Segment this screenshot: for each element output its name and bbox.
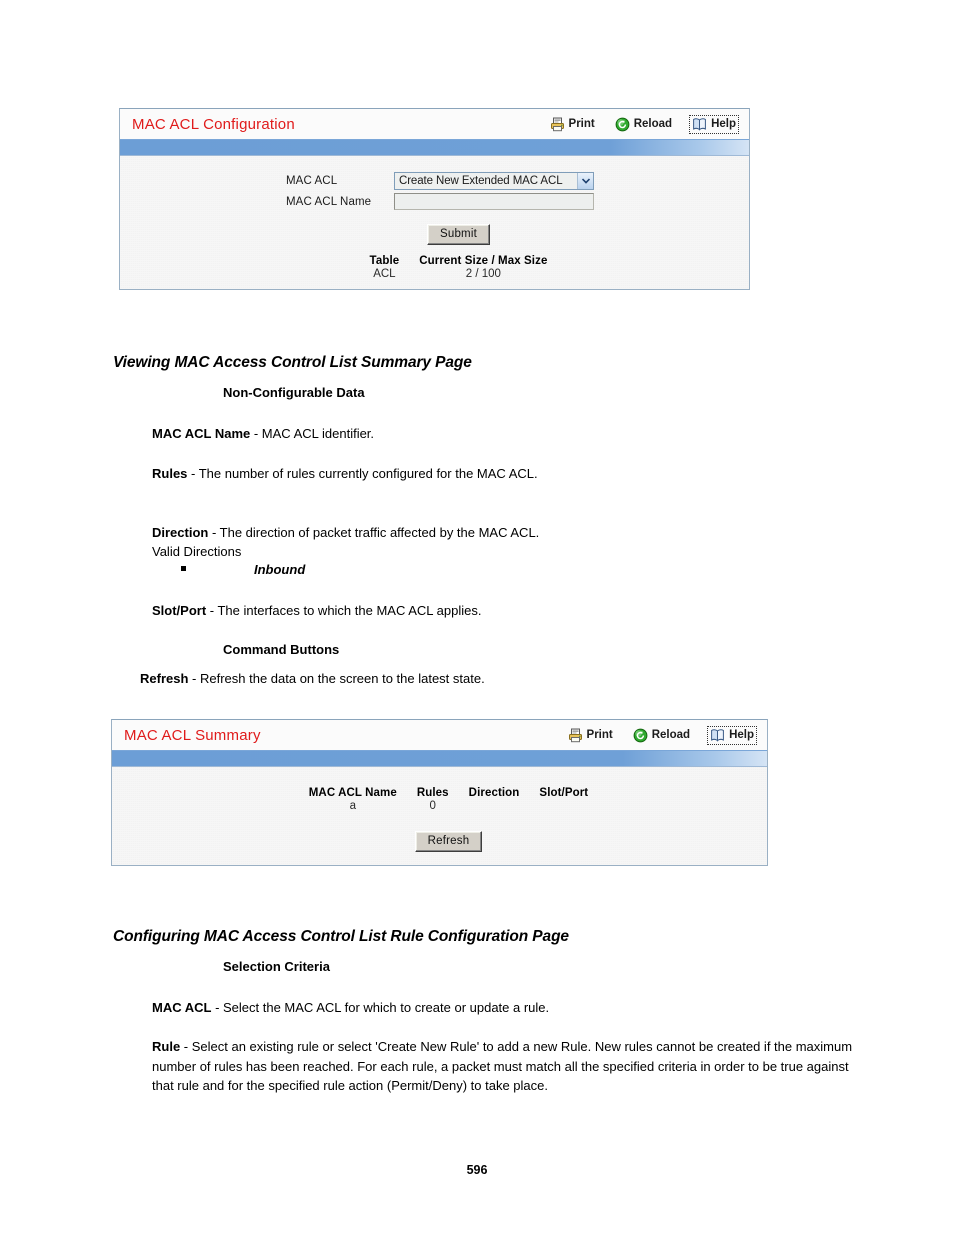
- page-title: MAC ACL Summary: [124, 726, 261, 744]
- panel-titlebar: MAC ACL Summary Print Reload Help: [112, 720, 767, 750]
- mac-acl-form: MAC ACL Create New Extended MAC ACL MAC …: [120, 156, 749, 210]
- help-label: Help: [729, 729, 754, 741]
- term-mac-acl: MAC ACL: [152, 1000, 212, 1015]
- help-button[interactable]: Help: [689, 114, 739, 134]
- desc-rules: - The number of rules currently configur…: [187, 466, 538, 481]
- print-label: Print: [586, 729, 613, 741]
- reload-icon: [633, 728, 648, 743]
- col-current-max-size: Current Size / Max Size: [419, 255, 548, 267]
- reload-button[interactable]: Reload: [612, 115, 675, 134]
- subheading-non-configurable-data: Non-Configurable Data: [223, 385, 365, 400]
- print-label: Print: [568, 118, 595, 130]
- print-button[interactable]: Print: [565, 726, 616, 745]
- cell-direction: [459, 799, 530, 812]
- term-rules: Rules: [152, 466, 188, 481]
- table-row: a 0: [299, 799, 599, 812]
- para-slot-port: Slot/Port - The interfaces to which the …: [152, 601, 852, 621]
- print-button[interactable]: Print: [547, 115, 598, 134]
- acl-size-table: Table Current Size / Max Size ACL 2 / 10…: [360, 255, 558, 280]
- desc-mac-acl: - Select the MAC ACL for which to create…: [211, 1000, 550, 1015]
- help-book-icon: [692, 117, 707, 132]
- reload-label: Reload: [633, 118, 673, 130]
- submit-row: Submit: [120, 210, 749, 245]
- desc-rule: - Select an existing rule or select 'Cre…: [152, 1039, 853, 1093]
- subheading-command-buttons: Command Buttons: [223, 642, 340, 657]
- page-number: 596: [466, 1163, 488, 1177]
- term-slot-port: Slot/Port: [152, 603, 207, 618]
- mac-acl-select[interactable]: Create New Extended MAC ACL: [394, 172, 594, 190]
- square-bullet-icon: [181, 566, 186, 571]
- col-table: Table: [369, 255, 400, 267]
- submit-button[interactable]: Submit: [427, 224, 490, 245]
- mac-acl-label: MAC ACL: [286, 175, 338, 187]
- panel-body: MAC ACL Create New Extended MAC ACL MAC …: [120, 156, 749, 280]
- term-mac-acl-name: MAC ACL Name: [152, 426, 251, 441]
- subheading-selection-criteria: Selection Criteria: [223, 959, 330, 974]
- summary-table-wrap: MAC ACL Name Rules Direction Slot/Port a…: [112, 767, 767, 812]
- reload-label: Reload: [651, 729, 691, 741]
- para-mac-acl-name: MAC ACL Name - MAC ACL identifier.: [152, 424, 852, 444]
- col-mac-acl-name: MAC ACL Name: [308, 787, 397, 799]
- cell-mac-acl-name: a: [349, 800, 356, 812]
- col-slot-port: Slot/Port: [539, 787, 589, 799]
- mac-acl-summary-table: MAC ACL Name Rules Direction Slot/Port a…: [299, 787, 599, 812]
- para-rules: Rules - The number of rules currently co…: [152, 464, 852, 484]
- para-rule: Rule - Select an existing rule or select…: [152, 1037, 858, 1096]
- refresh-row: Refresh: [112, 812, 767, 852]
- term-rule: Rule: [152, 1039, 181, 1054]
- term-refresh: Refresh: [140, 671, 189, 686]
- field-row-mac-acl-name: MAC ACL Name: [286, 193, 749, 210]
- refresh-button[interactable]: Refresh: [414, 831, 483, 852]
- term-direction: Direction: [152, 524, 209, 540]
- chevron-down-icon[interactable]: [577, 173, 593, 189]
- desc-mac-acl-name: - MAC ACL identifier.: [250, 426, 375, 441]
- desc-direction: - The direction of packet traffic affect…: [152, 524, 540, 560]
- desc-slot-port: - The interfaces to which the MAC ACL ap…: [206, 603, 482, 618]
- para-mac-acl-select: MAC ACL - Select the MAC ACL for which t…: [152, 998, 872, 1018]
- para-direction: Direction - The direction of packet traf…: [152, 503, 852, 562]
- mac-acl-name-label: MAC ACL Name: [286, 195, 372, 208]
- titlebar-actions: Print Reload Help: [547, 114, 743, 134]
- size-table-wrap: Table Current Size / Max Size ACL 2 / 10…: [120, 245, 749, 280]
- mac-acl-select-value: Create New Extended MAC ACL: [399, 175, 563, 187]
- col-direction: Direction: [468, 787, 520, 799]
- panel-body: MAC ACL Name Rules Direction Slot/Port a…: [112, 767, 767, 852]
- help-label: Help: [711, 118, 736, 130]
- table-header-row: MAC ACL Name Rules Direction Slot/Port: [299, 787, 599, 799]
- mac-acl-configuration-panel: MAC ACL Configuration Print Reload Help …: [119, 108, 750, 290]
- panel-accent-bar: [112, 750, 767, 767]
- page-title: MAC ACL Configuration: [132, 115, 295, 133]
- bullet-item-inbound: Inbound: [181, 562, 305, 577]
- table-header-row: Table Current Size / Max Size: [360, 255, 558, 267]
- printer-icon: [568, 728, 583, 743]
- mac-acl-summary-panel: MAC ACL Summary Print Reload Help MAC AC…: [111, 719, 768, 866]
- mac-acl-name-input[interactable]: [394, 193, 594, 210]
- desc-refresh: - Refresh the data on the screen to the …: [188, 671, 485, 686]
- section-heading-viewing-summary: Viewing MAC Access Control List Summary …: [113, 354, 472, 371]
- cell-rules: 0: [429, 800, 436, 812]
- table-row: ACL 2 / 100: [360, 267, 558, 280]
- help-button[interactable]: Help: [707, 725, 757, 745]
- cell-size-value: 2 / 100: [465, 268, 501, 280]
- para-refresh: Refresh - Refresh the data on the screen…: [140, 669, 840, 689]
- reload-icon: [615, 117, 630, 132]
- titlebar-actions: Print Reload Help: [565, 725, 761, 745]
- col-rules: Rules: [416, 787, 449, 799]
- field-row-mac-acl: MAC ACL Create New Extended MAC ACL: [286, 172, 749, 190]
- panel-accent-bar: [120, 139, 749, 156]
- panel-titlebar: MAC ACL Configuration Print Reload Help: [120, 109, 749, 139]
- reload-button[interactable]: Reload: [630, 726, 693, 745]
- cell-table-name: ACL: [373, 268, 396, 280]
- cell-slot-port: [529, 799, 598, 812]
- bullet-label-inbound: Inbound: [254, 562, 306, 577]
- section-heading-configuring-rule: Configuring MAC Access Control List Rule…: [113, 928, 569, 945]
- help-book-icon: [710, 728, 725, 743]
- printer-icon: [550, 117, 565, 132]
